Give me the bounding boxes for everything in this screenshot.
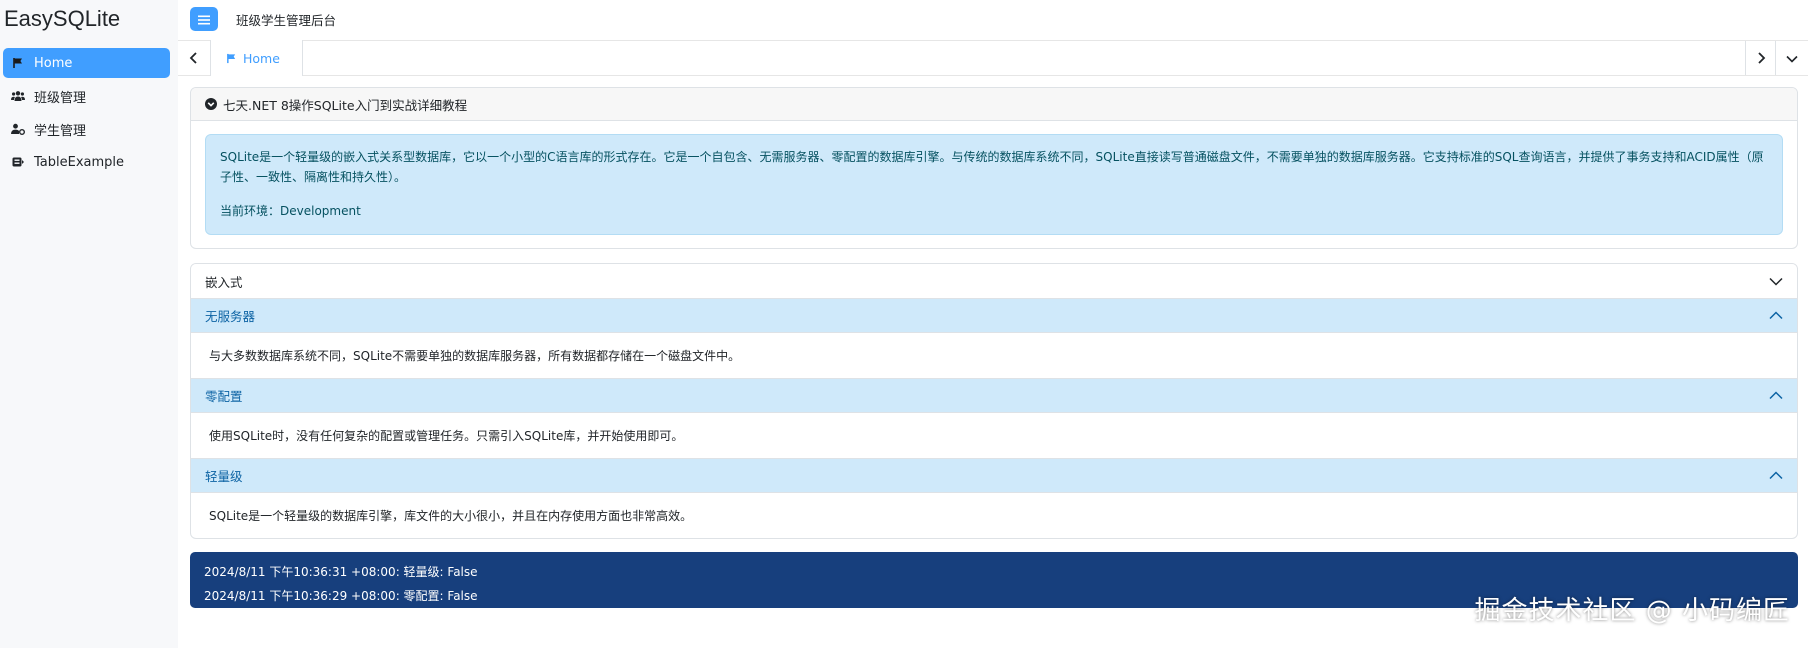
chevron-up-icon bbox=[1769, 388, 1783, 403]
accordion-header-lightweight[interactable]: 轻量级 bbox=[191, 458, 1797, 492]
table-icon bbox=[10, 156, 26, 168]
chevron-circle-down-icon bbox=[205, 95, 217, 114]
chevron-up-icon bbox=[1769, 468, 1783, 483]
sidebar-item-label: TableExample bbox=[34, 154, 125, 170]
sidebar-nav: Home 班级管理 学生管理 TableExample bbox=[0, 48, 178, 180]
accordion-title: 轻量级 bbox=[205, 469, 243, 484]
accordion-body-lightweight: SQLite是一个轻量级的数据库引擎，库文件的大小很小，并且在内存使用方面也非常… bbox=[191, 492, 1797, 538]
app-root: EasySQLite Home 班级管理 学生管理 TableExample 班… bbox=[0, 0, 1808, 648]
environment-text: 当前环境：Development bbox=[220, 204, 361, 218]
menu-toggle-button[interactable] bbox=[190, 7, 218, 31]
page-title: 班级学生管理后台 bbox=[236, 13, 337, 28]
top-header: 班级学生管理后台 bbox=[178, 0, 1808, 40]
intro-card: 七天.NET 8操作SQLite入门到实战详细教程 SQLite是一个轻量级的嵌… bbox=[190, 87, 1798, 249]
sidebar-item-label: 学生管理 bbox=[34, 123, 87, 139]
sidebar-item-class-management[interactable]: 班级管理 bbox=[3, 81, 170, 111]
accordion-body-zero-config: 使用SQLite时，没有任何复杂的配置或管理任务。只需引入SQLite库，并开始… bbox=[191, 412, 1797, 458]
chevron-down-icon bbox=[1786, 49, 1798, 68]
user-gear-icon bbox=[10, 123, 26, 135]
chevron-left-icon bbox=[189, 49, 199, 68]
intro-card-header[interactable]: 七天.NET 8操作SQLite入门到实战详细教程 bbox=[191, 88, 1797, 121]
chevron-down-icon bbox=[1769, 274, 1783, 289]
accordion-body-serverless: 与大多数数据库系统不同，SQLite不需要单独的数据库服务器，所有数据都存储在一… bbox=[191, 332, 1797, 378]
accordion-header-embedded[interactable]: 嵌入式 bbox=[191, 264, 1797, 298]
hamburger-icon bbox=[198, 10, 210, 29]
tabs-scroll-left-button[interactable] bbox=[178, 41, 210, 75]
app-brand: EasySQLite bbox=[4, 6, 121, 31]
accordion-title: 无服务器 bbox=[205, 309, 256, 324]
accordion-header-serverless[interactable]: 无服务器 bbox=[191, 298, 1797, 332]
tab-home[interactable]: Home bbox=[210, 40, 303, 76]
accordion-title: 零配置 bbox=[205, 389, 243, 404]
sidebar: EasySQLite Home 班级管理 学生管理 TableExample bbox=[0, 0, 178, 648]
log-line: 2024/8/11 下午10:36:31 +08:00: 轻量级: False bbox=[204, 565, 478, 579]
sidebar-item-student-management[interactable]: 学生管理 bbox=[3, 114, 170, 144]
tabs-scroll-right-button[interactable] bbox=[1745, 41, 1775, 75]
users-icon bbox=[10, 90, 26, 102]
sidebar-item-label: Home bbox=[34, 55, 73, 71]
intro-description: SQLite是一个轻量级的嵌入式关系型数据库，它以一个小型的C语言库的形式存在。… bbox=[220, 150, 1764, 184]
tabs-menu-dropdown-button[interactable] bbox=[1775, 41, 1808, 75]
watermark: 掘金技术社区 @ 小码编匠 bbox=[1474, 596, 1790, 626]
tab-label: Home bbox=[243, 50, 280, 66]
accordion-title: 嵌入式 bbox=[205, 274, 243, 290]
sidebar-item-label: 班级管理 bbox=[34, 90, 87, 106]
chevron-right-icon bbox=[1756, 49, 1766, 68]
flag-icon bbox=[10, 57, 26, 69]
intro-card-title: 七天.NET 8操作SQLite入门到实战详细教程 bbox=[223, 97, 468, 113]
flag-icon bbox=[226, 49, 237, 68]
sidebar-item-table-example[interactable]: TableExample bbox=[3, 147, 170, 177]
accordion-header-zero-config[interactable]: 零配置 bbox=[191, 378, 1797, 412]
info-alert: SQLite是一个轻量级的嵌入式关系型数据库，它以一个小型的C语言库的形式存在。… bbox=[205, 134, 1783, 235]
tabs-bar: Home bbox=[178, 40, 1808, 76]
sidebar-item-home[interactable]: Home bbox=[3, 48, 170, 78]
features-accordion: 嵌入式 无服务器 与大多数数据库系统不同，SQLite不需要单独的数据库服务器，… bbox=[190, 263, 1798, 539]
chevron-up-icon bbox=[1769, 308, 1783, 323]
